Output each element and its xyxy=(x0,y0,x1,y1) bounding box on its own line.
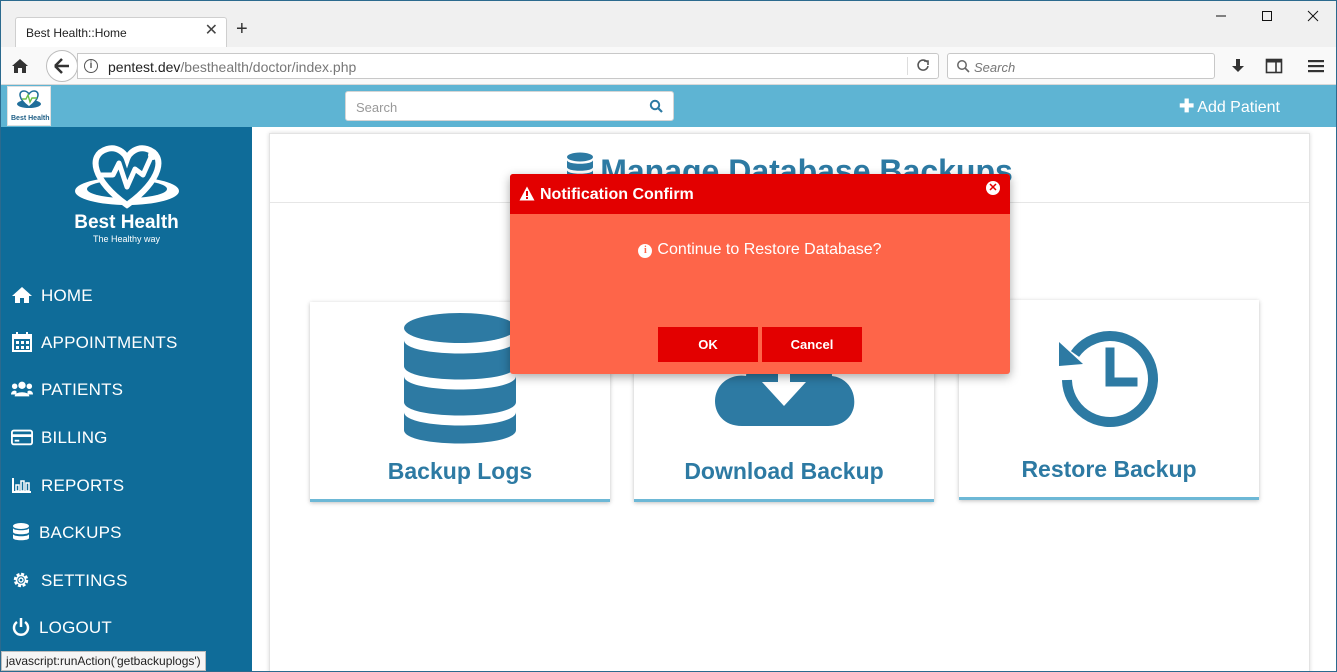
sidebar-item-label: REPORTS xyxy=(41,476,125,495)
browser-window: Best Health::Home ✕ + i pentest.dev/best… xyxy=(0,0,1337,672)
browser-search-placeholder: Search xyxy=(974,60,1016,75)
app-search-input[interactable]: Search xyxy=(345,91,674,121)
sidebar-item-settings[interactable]: SETTINGS xyxy=(11,567,241,597)
dialog-message: i Continue to Restore Database? xyxy=(510,241,1010,259)
brand-logo-icon xyxy=(75,145,179,209)
reload-icon[interactable] xyxy=(916,58,930,72)
dialog-header: Notification Confirm ✕ xyxy=(510,174,1010,214)
bar-chart-icon xyxy=(12,478,31,493)
browser-search-input[interactable]: Search xyxy=(947,53,1215,79)
url-divider xyxy=(907,57,908,75)
window-maximize-button[interactable] xyxy=(1244,5,1290,29)
database-icon xyxy=(404,313,516,444)
plus-icon: ✚ xyxy=(1179,96,1195,116)
app-search-placeholder: Search xyxy=(356,100,398,115)
sidebar-item-label: PATIENTS xyxy=(41,380,124,399)
back-arrow-icon xyxy=(54,58,69,74)
tab-close-icon[interactable]: ✕ xyxy=(205,23,218,39)
back-button[interactable] xyxy=(46,50,78,82)
maximize-icon xyxy=(1262,11,1272,21)
header-logo-text: Best Health xyxy=(11,115,50,122)
notification-confirm-dialog: Notification Confirm ✕ i Continue to Rest… xyxy=(510,174,1010,374)
url-host: pentest.dev xyxy=(108,59,181,75)
gear-icon xyxy=(13,572,29,588)
heart-logo-icon xyxy=(17,90,41,108)
window-close-button[interactable] xyxy=(1290,5,1336,29)
sidebar-item-label: BACKUPS xyxy=(39,523,122,542)
search-icon xyxy=(957,60,970,73)
add-patient-button[interactable]: ✚ Add Patient xyxy=(1179,96,1280,117)
url-path: /besthealth/doctor/index.php xyxy=(180,59,357,75)
sidebar-item-label: SETTINGS xyxy=(41,571,128,590)
power-icon xyxy=(12,618,30,636)
card-label: Backup Logs xyxy=(387,458,533,484)
cancel-button[interactable]: Cancel xyxy=(762,327,862,362)
close-icon xyxy=(1307,10,1319,22)
ok-button[interactable]: OK xyxy=(658,327,758,362)
brand-tagline: The Healthy way xyxy=(92,234,161,244)
dialog-title: Notification Confirm xyxy=(540,186,694,203)
brand-name: Best Health xyxy=(74,212,179,233)
history-icon xyxy=(1059,331,1158,427)
minimize-icon xyxy=(1216,15,1226,17)
card-label: Download Backup xyxy=(684,458,884,484)
sidebar-item-home[interactable]: HOME xyxy=(11,282,241,312)
header-logo[interactable]: Best Health xyxy=(7,86,51,126)
home-icon xyxy=(12,287,32,303)
sidebar: Best Health The Healthy way HOME APPOINT… xyxy=(1,127,252,671)
browser-tab[interactable]: Best Health::Home ✕ xyxy=(15,17,227,47)
dialog-message-text: Continue to Restore Database? xyxy=(657,241,882,258)
hamburger-menu-icon[interactable] xyxy=(1307,58,1325,74)
home-icon[interactable] xyxy=(11,57,29,75)
sidebar-item-patients[interactable]: PATIENTS xyxy=(11,376,241,406)
card-label: Restore Backup xyxy=(1021,456,1197,482)
tab-bar: Best Health::Home ✕ + xyxy=(1,1,1336,47)
sidebar-item-logout[interactable]: LOGOUT xyxy=(11,614,241,644)
sidebar-item-billing[interactable]: BILLING xyxy=(11,424,241,454)
sidebar-item-label: LOGOUT xyxy=(39,618,112,637)
sidebar-toggle-icon[interactable] xyxy=(1265,57,1283,75)
url-bar[interactable]: i pentest.dev/besthealth/doctor/index.ph… xyxy=(77,53,939,79)
sidebar-item-appointments[interactable]: APPOINTMENTS xyxy=(11,329,241,359)
sidebar-item-label: BILLING xyxy=(41,428,108,447)
window-minimize-button[interactable] xyxy=(1198,5,1244,29)
users-icon xyxy=(11,381,33,397)
close-icon[interactable]: ✕ xyxy=(986,181,1000,195)
calendar-icon xyxy=(12,332,32,352)
sidebar-item-label: HOME xyxy=(41,286,93,305)
sidebar-item-reports[interactable]: REPORTS xyxy=(11,472,241,502)
tab-title: Best Health::Home xyxy=(26,26,127,40)
info-icon: i xyxy=(638,244,653,258)
download-icon[interactable] xyxy=(1229,57,1247,75)
info-icon[interactable]: i xyxy=(84,59,98,73)
sidebar-item-backups[interactable]: BACKUPS xyxy=(11,519,241,549)
credit-card-icon xyxy=(11,429,33,446)
app-header: Best Health Search ✚ Add Patient xyxy=(1,85,1336,127)
url-text: pentest.dev/besthealth/doctor/index.php xyxy=(108,59,356,75)
new-tab-button[interactable]: + xyxy=(236,19,248,39)
browser-status-bar: javascript:runAction('getbackuplogs') xyxy=(1,651,206,671)
search-icon[interactable] xyxy=(649,99,663,113)
sidebar-item-label: APPOINTMENTS xyxy=(41,333,178,352)
add-patient-label: Add Patient xyxy=(1197,99,1280,116)
warning-icon xyxy=(519,186,535,201)
browser-navbar: i pentest.dev/besthealth/doctor/index.ph… xyxy=(1,47,1336,85)
database-icon xyxy=(13,523,29,541)
